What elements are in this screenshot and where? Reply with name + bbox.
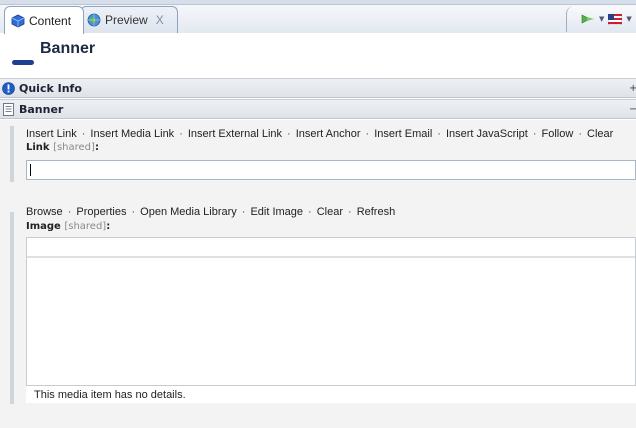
insert-anchor-button[interactable]: Insert Anchor — [296, 128, 361, 140]
tab-preview-label: Preview — [105, 13, 148, 27]
browse-button[interactable]: Browse — [26, 206, 63, 218]
command-separator: · — [287, 128, 291, 140]
command-separator: · — [578, 128, 582, 140]
page-icon — [3, 102, 14, 116]
command-separator: · — [81, 128, 86, 140]
link-label-text: Link — [26, 142, 50, 153]
follow-button[interactable]: Follow — [542, 128, 574, 140]
field-editor-body: Insert Link · Insert Media Link · Insert E… — [0, 120, 636, 428]
insert-media-link-button[interactable]: Insert Media Link — [90, 128, 174, 140]
expand-toggle-icon[interactable]: + — [629, 83, 636, 94]
section-quick-info-label: Quick Info — [19, 81, 82, 95]
tab-content[interactable]: Content — [4, 6, 84, 34]
tab-content-label: Content — [29, 13, 72, 28]
command-separator: · — [532, 128, 537, 140]
command-separator: · — [241, 206, 246, 218]
chevron-down-icon[interactable]: ▼ — [626, 15, 631, 23]
section-banner-label: Banner — [19, 102, 64, 116]
insert-email-button[interactable]: Insert Email — [374, 128, 432, 140]
section-quick-info[interactable]: Quick Info + — [0, 78, 636, 98]
clear-link-button[interactable]: Clear — [587, 128, 613, 140]
info-icon — [2, 81, 15, 95]
media-details: This media item has no details. — [26, 385, 636, 403]
command-separator: · — [365, 128, 370, 140]
refresh-button[interactable]: Refresh — [357, 206, 396, 218]
image-field-label: Image [shared]: — [26, 221, 110, 232]
label-colon: : — [106, 221, 111, 232]
insert-external-link-button[interactable]: Insert External Link — [188, 128, 282, 140]
label-colon: : — [94, 142, 99, 153]
command-separator: · — [437, 128, 441, 140]
shared-indicator: [shared] — [64, 221, 107, 232]
properties-button[interactable]: Properties — [76, 206, 126, 218]
link-input[interactable] — [26, 160, 636, 180]
tab-preview[interactable]: Preview X — [80, 6, 178, 33]
command-separator: · — [131, 206, 136, 218]
link-field-label: Link [shared]: — [26, 142, 99, 153]
insert-javascript-button[interactable]: Insert JavaScript — [446, 128, 528, 140]
collapse-toggle-icon[interactable]: − — [629, 104, 636, 115]
text-caret — [30, 164, 31, 176]
clear-image-button[interactable]: Clear — [317, 206, 343, 218]
image-area-divider — [27, 256, 635, 258]
globe-icon — [87, 13, 101, 27]
image-preview-area[interactable] — [26, 237, 636, 403]
toolbar-right: ▼ ▼ — [566, 6, 636, 32]
open-media-library-button[interactable]: Open Media Library — [140, 206, 237, 218]
command-separator: · — [308, 206, 312, 218]
command-separator: · — [348, 206, 352, 218]
image-field-commands: Browse · Properties · Open Media Library · … — [26, 206, 395, 218]
section-banner[interactable]: Banner − — [0, 99, 636, 119]
item-header: Banner — [0, 33, 636, 78]
content-cube-icon — [11, 14, 25, 27]
chevron-down-icon[interactable]: ▼ — [599, 15, 604, 23]
edit-image-button[interactable]: Edit Image — [250, 206, 303, 218]
tab-close-icon[interactable]: X — [156, 13, 164, 27]
command-separator: · — [67, 206, 72, 218]
insert-link-button[interactable]: Insert Link — [26, 128, 77, 140]
editor-tab-strip: Content Preview X ▼ ▼ — [0, 0, 636, 34]
field-indent-bar — [10, 126, 14, 182]
image-label-text: Image — [26, 221, 61, 232]
command-separator: · — [179, 128, 183, 140]
page-title: Banner — [40, 40, 96, 57]
language-flag-icon[interactable] — [608, 13, 623, 25]
banner-item-icon — [12, 60, 34, 65]
media-details-text: This media item has no details. — [34, 388, 186, 401]
shared-indicator: [shared] — [53, 142, 95, 153]
publish-arrow-icon[interactable] — [581, 13, 595, 25]
field-indent-bar — [10, 212, 14, 404]
link-field-commands: Insert Link · Insert Media Link · Insert E… — [26, 128, 613, 140]
